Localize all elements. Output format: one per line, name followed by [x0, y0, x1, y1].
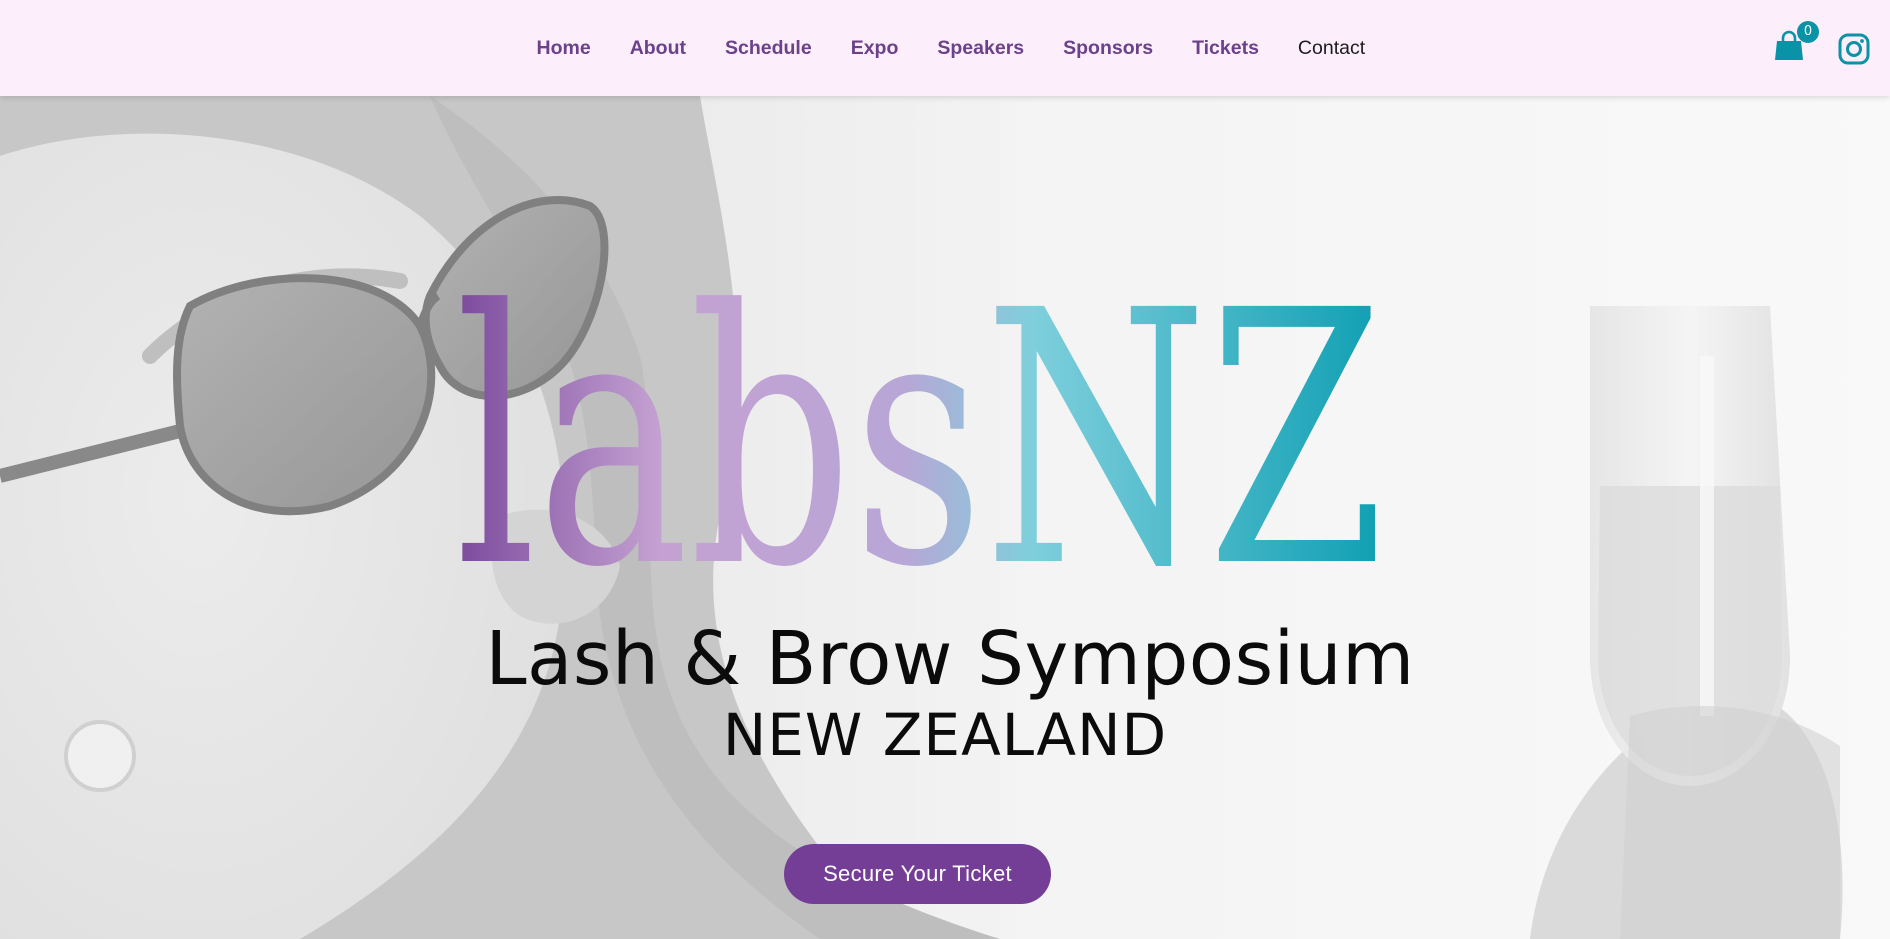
cart-button[interactable]: 0 — [1774, 21, 1819, 62]
nav-item-schedule[interactable]: Schedule — [706, 37, 832, 60]
logo-wordmark: labsNZ — [455, 261, 1385, 581]
secure-ticket-button[interactable]: Secure Your Ticket — [784, 844, 1051, 904]
nav-item-contact[interactable]: Contact — [1278, 37, 1384, 60]
nav-item-speakers[interactable]: Speakers — [918, 37, 1044, 60]
tagline-title: Lash & Brow Symposium — [485, 616, 1415, 702]
labsnz-logo: labsNZ — [455, 261, 1385, 581]
hero-section: labsNZ Lash & Brow Symposium NEW ZEALAND… — [0, 96, 1890, 939]
instagram-link[interactable] — [1838, 33, 1870, 65]
nav-item-expo[interactable]: Expo — [831, 37, 918, 60]
cart-count-badge: 0 — [1797, 21, 1819, 43]
nav-item-sponsors[interactable]: Sponsors — [1044, 37, 1173, 60]
site-header: Home About Schedule Expo Speakers Sponso… — [0, 0, 1890, 96]
nav-item-home[interactable]: Home — [517, 37, 610, 60]
instagram-icon — [1838, 33, 1870, 65]
page: Home About Schedule Expo Speakers Sponso… — [0, 0, 1890, 939]
nav-item-about[interactable]: About — [610, 37, 705, 60]
main-nav: Home About Schedule Expo Speakers Sponso… — [517, 0, 1385, 96]
nav-item-tickets[interactable]: Tickets — [1173, 37, 1279, 60]
tagline-country: NEW ZEALAND — [722, 701, 1168, 769]
